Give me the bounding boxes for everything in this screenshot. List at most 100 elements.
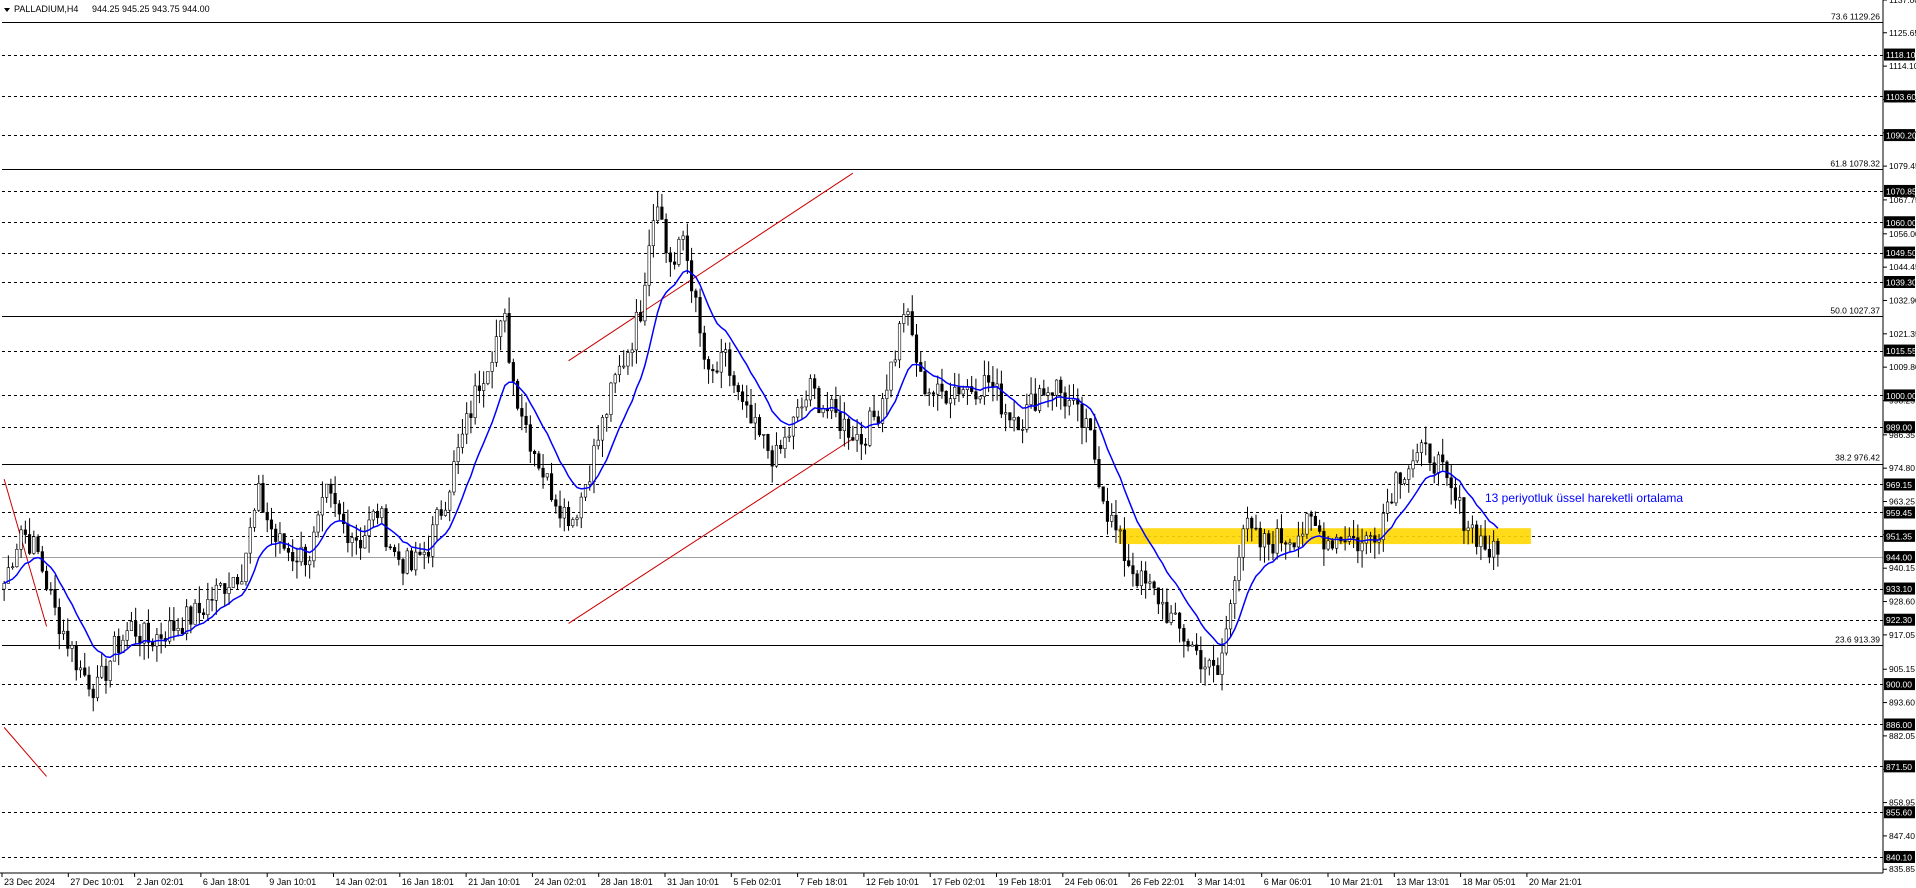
candle-body (579, 496, 583, 519)
candle-body (282, 533, 286, 549)
candle-body (112, 635, 117, 662)
candle-body (1165, 601, 1169, 623)
x-tick-label: 31 Jan 10:01 (667, 877, 719, 887)
chart-background (0, 0, 1916, 888)
candle-body (944, 391, 948, 404)
x-tick-label: 14 Jan 02:01 (336, 877, 388, 887)
candle-body (1241, 528, 1245, 558)
candle-body (834, 399, 838, 413)
price-chart[interactable]: 1137.001125.651114.101102.551091.001079.… (0, 0, 1916, 888)
candle-body (354, 537, 358, 541)
candle-body (685, 235, 689, 261)
candle-body (728, 349, 732, 376)
candle-body (753, 417, 757, 424)
candle-body (286, 548, 291, 553)
candle-body (371, 510, 375, 521)
candle-body (1037, 388, 1042, 411)
candle-body (91, 688, 95, 699)
y-tick-label: 917.05 (1889, 630, 1915, 640)
candle-body (961, 389, 965, 395)
candle-body (643, 284, 647, 322)
candle-body (1110, 514, 1114, 522)
candle-body (1156, 587, 1160, 605)
candle-body (61, 630, 66, 635)
chart-window: 1137.001125.651114.101102.551091.001079.… (0, 0, 1916, 888)
candle-body (838, 412, 842, 431)
y-tick-label: 963.25 (1889, 497, 1915, 507)
candle-body (706, 359, 711, 370)
candle-body (987, 375, 991, 383)
candle-body (333, 492, 337, 505)
candle-body (265, 512, 269, 521)
candle-body (469, 413, 473, 418)
candle-body (982, 375, 986, 397)
candle-body (626, 352, 630, 367)
price-label-text: 959.45 (1886, 508, 1912, 518)
candle-body (868, 410, 872, 446)
price-label-text: 886.00 (1886, 720, 1912, 730)
candle-body (193, 602, 197, 625)
candle-body (554, 499, 558, 507)
candle-body (482, 383, 486, 391)
candle-body (44, 570, 49, 590)
candle-body (159, 634, 163, 639)
candle-body (698, 297, 702, 334)
candle-body (1271, 544, 1275, 554)
candle-body (855, 434, 859, 441)
candle-body (1373, 535, 1377, 543)
candle-body (702, 332, 706, 360)
y-tick-label: 1032.90 (1889, 295, 1916, 305)
candle-body (571, 519, 575, 527)
candle-body (668, 252, 672, 263)
candle-body (367, 519, 371, 536)
candle-body (1101, 486, 1105, 502)
candle-body (74, 645, 78, 671)
candle-body (859, 434, 863, 445)
x-tick-label: 26 Feb 22:01 (1131, 877, 1184, 887)
candle-body (350, 537, 354, 543)
candle-body (1318, 525, 1322, 532)
candle-body (575, 517, 579, 520)
candle-body (885, 389, 889, 399)
candle-body (1360, 542, 1364, 552)
candle-body (2, 583, 6, 590)
candle-body (1330, 540, 1334, 549)
candle-body (490, 362, 494, 372)
x-tick-label: 7 Feb 18:01 (800, 877, 848, 887)
candle-body (893, 359, 897, 363)
price-label-text: 900.00 (1886, 680, 1912, 690)
y-tick-label: 882.05 (1889, 731, 1915, 741)
candle-body (172, 620, 176, 631)
candle-body (596, 439, 600, 447)
candle-body (1402, 479, 1407, 484)
candle-body (1466, 527, 1470, 531)
candle-body (524, 415, 528, 425)
x-tick-label: 6 Mar 06:01 (1264, 877, 1312, 887)
candle-body (32, 536, 36, 554)
fib-label: 61.8 1078.32 (1830, 158, 1880, 168)
candle-body (1088, 418, 1093, 431)
candle-body (443, 509, 448, 516)
candle-body (320, 497, 324, 516)
candle-body (1237, 557, 1241, 581)
candle-body (779, 444, 783, 449)
candle-body (660, 206, 664, 220)
candle-body (914, 334, 919, 363)
candle-body (1042, 388, 1046, 396)
candle-body (477, 385, 481, 391)
price-label-text: 951.35 (1886, 531, 1912, 541)
candle-body (1368, 535, 1373, 537)
candle-body (235, 576, 240, 585)
candle-body (252, 509, 257, 528)
x-tick-label: 9 Jan 10:01 (269, 877, 316, 887)
candle-body (541, 467, 545, 478)
symbol-header[interactable]: PALLADIUM,H4 944.25 945.25 943.75 944.00 (4, 4, 210, 14)
candle-body (1407, 468, 1411, 480)
candle-body (813, 378, 817, 389)
x-tick-label: 13 Mar 13:01 (1396, 877, 1449, 887)
candle-body (460, 433, 465, 448)
candle-body (851, 437, 855, 441)
candle-body (452, 461, 456, 493)
candle-body (1458, 497, 1462, 501)
candle-body (537, 453, 541, 469)
